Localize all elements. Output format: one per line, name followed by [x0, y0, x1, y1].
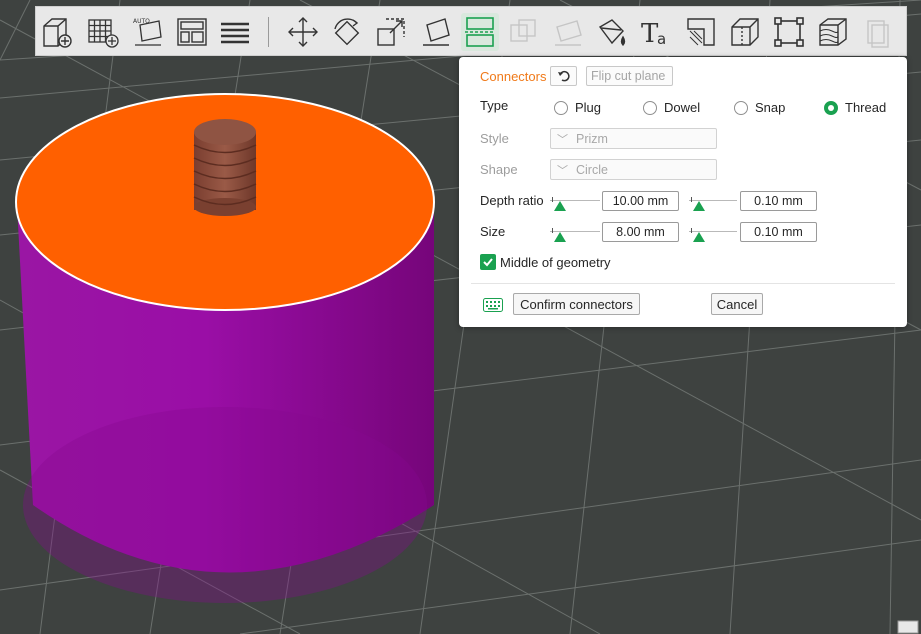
- chevron-down-icon: ﹀: [557, 133, 568, 146]
- add-plate-icon[interactable]: [84, 13, 122, 51]
- depth-ratio-slider[interactable]: [550, 197, 600, 211]
- shape-label: Shape: [480, 162, 518, 177]
- svg-text:a: a: [657, 30, 666, 48]
- variable-layer-height-icon[interactable]: [682, 13, 720, 51]
- radio-dowel[interactable]: [643, 101, 657, 115]
- radio-dowel-label[interactable]: Dowel: [664, 100, 700, 115]
- size-input[interactable]: 8.00 mm: [602, 222, 679, 242]
- measure-icon[interactable]: [770, 13, 808, 51]
- split-layers-icon[interactable]: [216, 13, 254, 51]
- radio-snap[interactable]: [734, 101, 748, 115]
- depth-ratio-label: Depth ratio: [480, 193, 544, 208]
- panel-divider: [471, 283, 895, 284]
- style-value: Prizm: [576, 131, 608, 146]
- add-object-icon[interactable]: [38, 13, 76, 51]
- chevron-down-icon: ﹀: [557, 164, 568, 177]
- confirm-connectors-button[interactable]: Confirm connectors: [513, 293, 640, 315]
- assemble-icon: [858, 13, 896, 51]
- cancel-button[interactable]: Cancel: [711, 293, 763, 315]
- style-select[interactable]: ﹀ Prizm: [550, 128, 717, 149]
- connectors-label: Connectors: [480, 69, 547, 84]
- boolean-icon: [505, 13, 543, 51]
- type-label: Type: [480, 98, 509, 113]
- style-label: Style: [480, 131, 509, 146]
- thread-connector: [193, 119, 257, 216]
- arrange-icon[interactable]: [173, 13, 211, 51]
- flip-cut-plane-button[interactable]: Flip cut plane: [586, 66, 673, 86]
- middle-of-geometry-checkbox[interactable]: [480, 254, 496, 270]
- checkmark-icon: [483, 258, 493, 267]
- depth-ratio-input[interactable]: 10.00 mm: [602, 191, 679, 211]
- rotate-icon[interactable]: [328, 13, 366, 51]
- undo-icon: [557, 70, 570, 82]
- radio-thread-label[interactable]: Thread: [845, 100, 886, 115]
- main-toolbar: AUTO Ta: [35, 6, 907, 56]
- view-corner-indicator: [897, 620, 919, 634]
- auto-orient-icon[interactable]: AUTO: [129, 13, 167, 51]
- support-painting-icon[interactable]: [726, 13, 764, 51]
- reset-connectors-button[interactable]: [550, 66, 577, 86]
- keyboard-shortcuts-icon[interactable]: [483, 298, 503, 315]
- slice-view-icon[interactable]: [814, 13, 852, 51]
- size-label: Size: [480, 224, 506, 239]
- radio-thread[interactable]: [824, 101, 838, 115]
- cut-icon[interactable]: [461, 13, 499, 51]
- lay-on-face-icon[interactable]: [417, 13, 455, 51]
- radio-snap-label[interactable]: Snap: [755, 100, 785, 115]
- size-slider[interactable]: [550, 228, 600, 242]
- cut-tool-panel: Connectors Flip cut plane Type Plug Dowe…: [459, 57, 907, 327]
- seam-icon: [549, 13, 587, 51]
- paint-bucket-icon[interactable]: [593, 13, 631, 51]
- text-icon[interactable]: Ta: [637, 13, 675, 51]
- scale-icon[interactable]: [372, 13, 410, 51]
- radio-plug-label[interactable]: Plug: [575, 100, 601, 115]
- radio-plug[interactable]: [554, 101, 568, 115]
- shape-select[interactable]: ﹀ Circle: [550, 159, 717, 180]
- middle-of-geometry-label[interactable]: Middle of geometry: [500, 255, 611, 270]
- size-tolerance-slider[interactable]: [689, 228, 737, 242]
- size-tolerance-input[interactable]: 0.10 mm: [740, 222, 817, 242]
- shape-value: Circle: [576, 162, 608, 177]
- depth-ratio-tolerance-input[interactable]: 0.10 mm: [740, 191, 817, 211]
- move-icon[interactable]: [284, 13, 322, 51]
- depth-ratio-tolerance-slider[interactable]: [689, 197, 737, 211]
